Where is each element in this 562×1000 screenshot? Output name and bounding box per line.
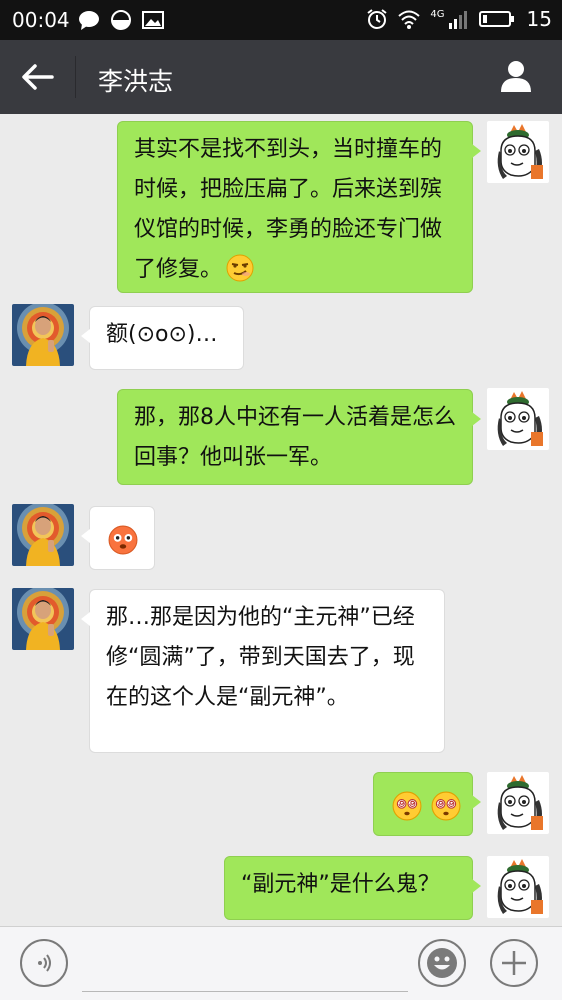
contact-avatar[interactable] [12, 588, 74, 650]
notification-icons [78, 9, 164, 31]
image-notification-icon [142, 11, 164, 29]
status-bar: 00:04 4G 15 [0, 0, 562, 40]
smiley-icon [427, 948, 457, 978]
message-bubble-sent[interactable]: “副元神”是什么鬼？ [224, 856, 481, 920]
message-bubble-received[interactable]: 额(⊙o⊙)… [81, 306, 244, 370]
chat-notification-icon [79, 11, 99, 30]
my-avatar[interactable] [487, 856, 549, 918]
message-bubble-received[interactable]: 那…那是因为他的“主元神”已经修“圆满”了，带到天国去了，现在的这个人是“副元神… [81, 589, 445, 753]
half-circle-icon [111, 10, 131, 30]
status-time: 00:04 [12, 8, 70, 32]
network-type: 4G [430, 8, 445, 20]
message-text: 其实不是找不到头，当时撞车的时候，把脸压扁了。后来送到殡仪馆的时候，李勇的脸还专… [134, 137, 443, 282]
contact-avatar[interactable] [12, 304, 74, 366]
message-bubble-sent[interactable]: 那，那8人中还有一人活着是怎么回事？他叫张一军。 [117, 389, 481, 485]
message-bubble-received[interactable] [81, 506, 155, 570]
message-bubble-sent[interactable] [373, 772, 481, 836]
profile-icon[interactable] [498, 58, 534, 94]
plus-icon [502, 951, 526, 975]
chat-header: 李洪志 [0, 40, 562, 114]
signal-icon [448, 11, 467, 29]
emoji-button[interactable] [418, 939, 466, 987]
my-avatar[interactable] [487, 772, 549, 834]
flushed-emoji-icon [108, 525, 138, 555]
my-avatar[interactable] [487, 388, 549, 450]
wifi-icon [398, 10, 421, 29]
message-text: 额(⊙o⊙)… [106, 322, 218, 347]
smirk-emoji-icon [226, 254, 254, 282]
dizzy-eyes-emoji-icon [431, 791, 461, 821]
back-arrow-icon[interactable] [20, 60, 56, 94]
header-divider [75, 56, 76, 98]
message-bubble-sent[interactable]: 其实不是找不到头，当时撞车的时候，把脸压扁了。后来送到殡仪馆的时候，李勇的脸还专… [117, 121, 481, 293]
contact-name: 李洪志 [98, 67, 174, 96]
system-icons: 4G 15 [366, 7, 552, 31]
more-options-button[interactable] [490, 939, 538, 987]
message-text: 那…那是因为他的“主元神”已经修“圆满”了，带到天国去了，现在的这个人是“副元神… [106, 605, 415, 710]
my-avatar[interactable] [487, 121, 549, 183]
alarm-icon [367, 9, 388, 29]
message-text: 那，那8人中还有一人活着是怎么回事？他叫张一军。 [134, 405, 456, 470]
battery-icon [478, 11, 514, 27]
input-bar [0, 926, 562, 1000]
voice-input-button[interactable] [20, 939, 68, 987]
contact-avatar[interactable] [12, 504, 74, 566]
message-input[interactable] [82, 943, 408, 992]
dizzy-eyes-emoji-icon [392, 791, 422, 821]
chat-messages: 其实不是找不到头，当时撞车的时候，把脸压扁了。后来送到殡仪馆的时候，李勇的脸还专… [0, 114, 562, 926]
voice-icon [38, 954, 51, 972]
battery-level: 15 [526, 7, 552, 31]
message-text: “副元神”是什么鬼？ [241, 872, 440, 897]
